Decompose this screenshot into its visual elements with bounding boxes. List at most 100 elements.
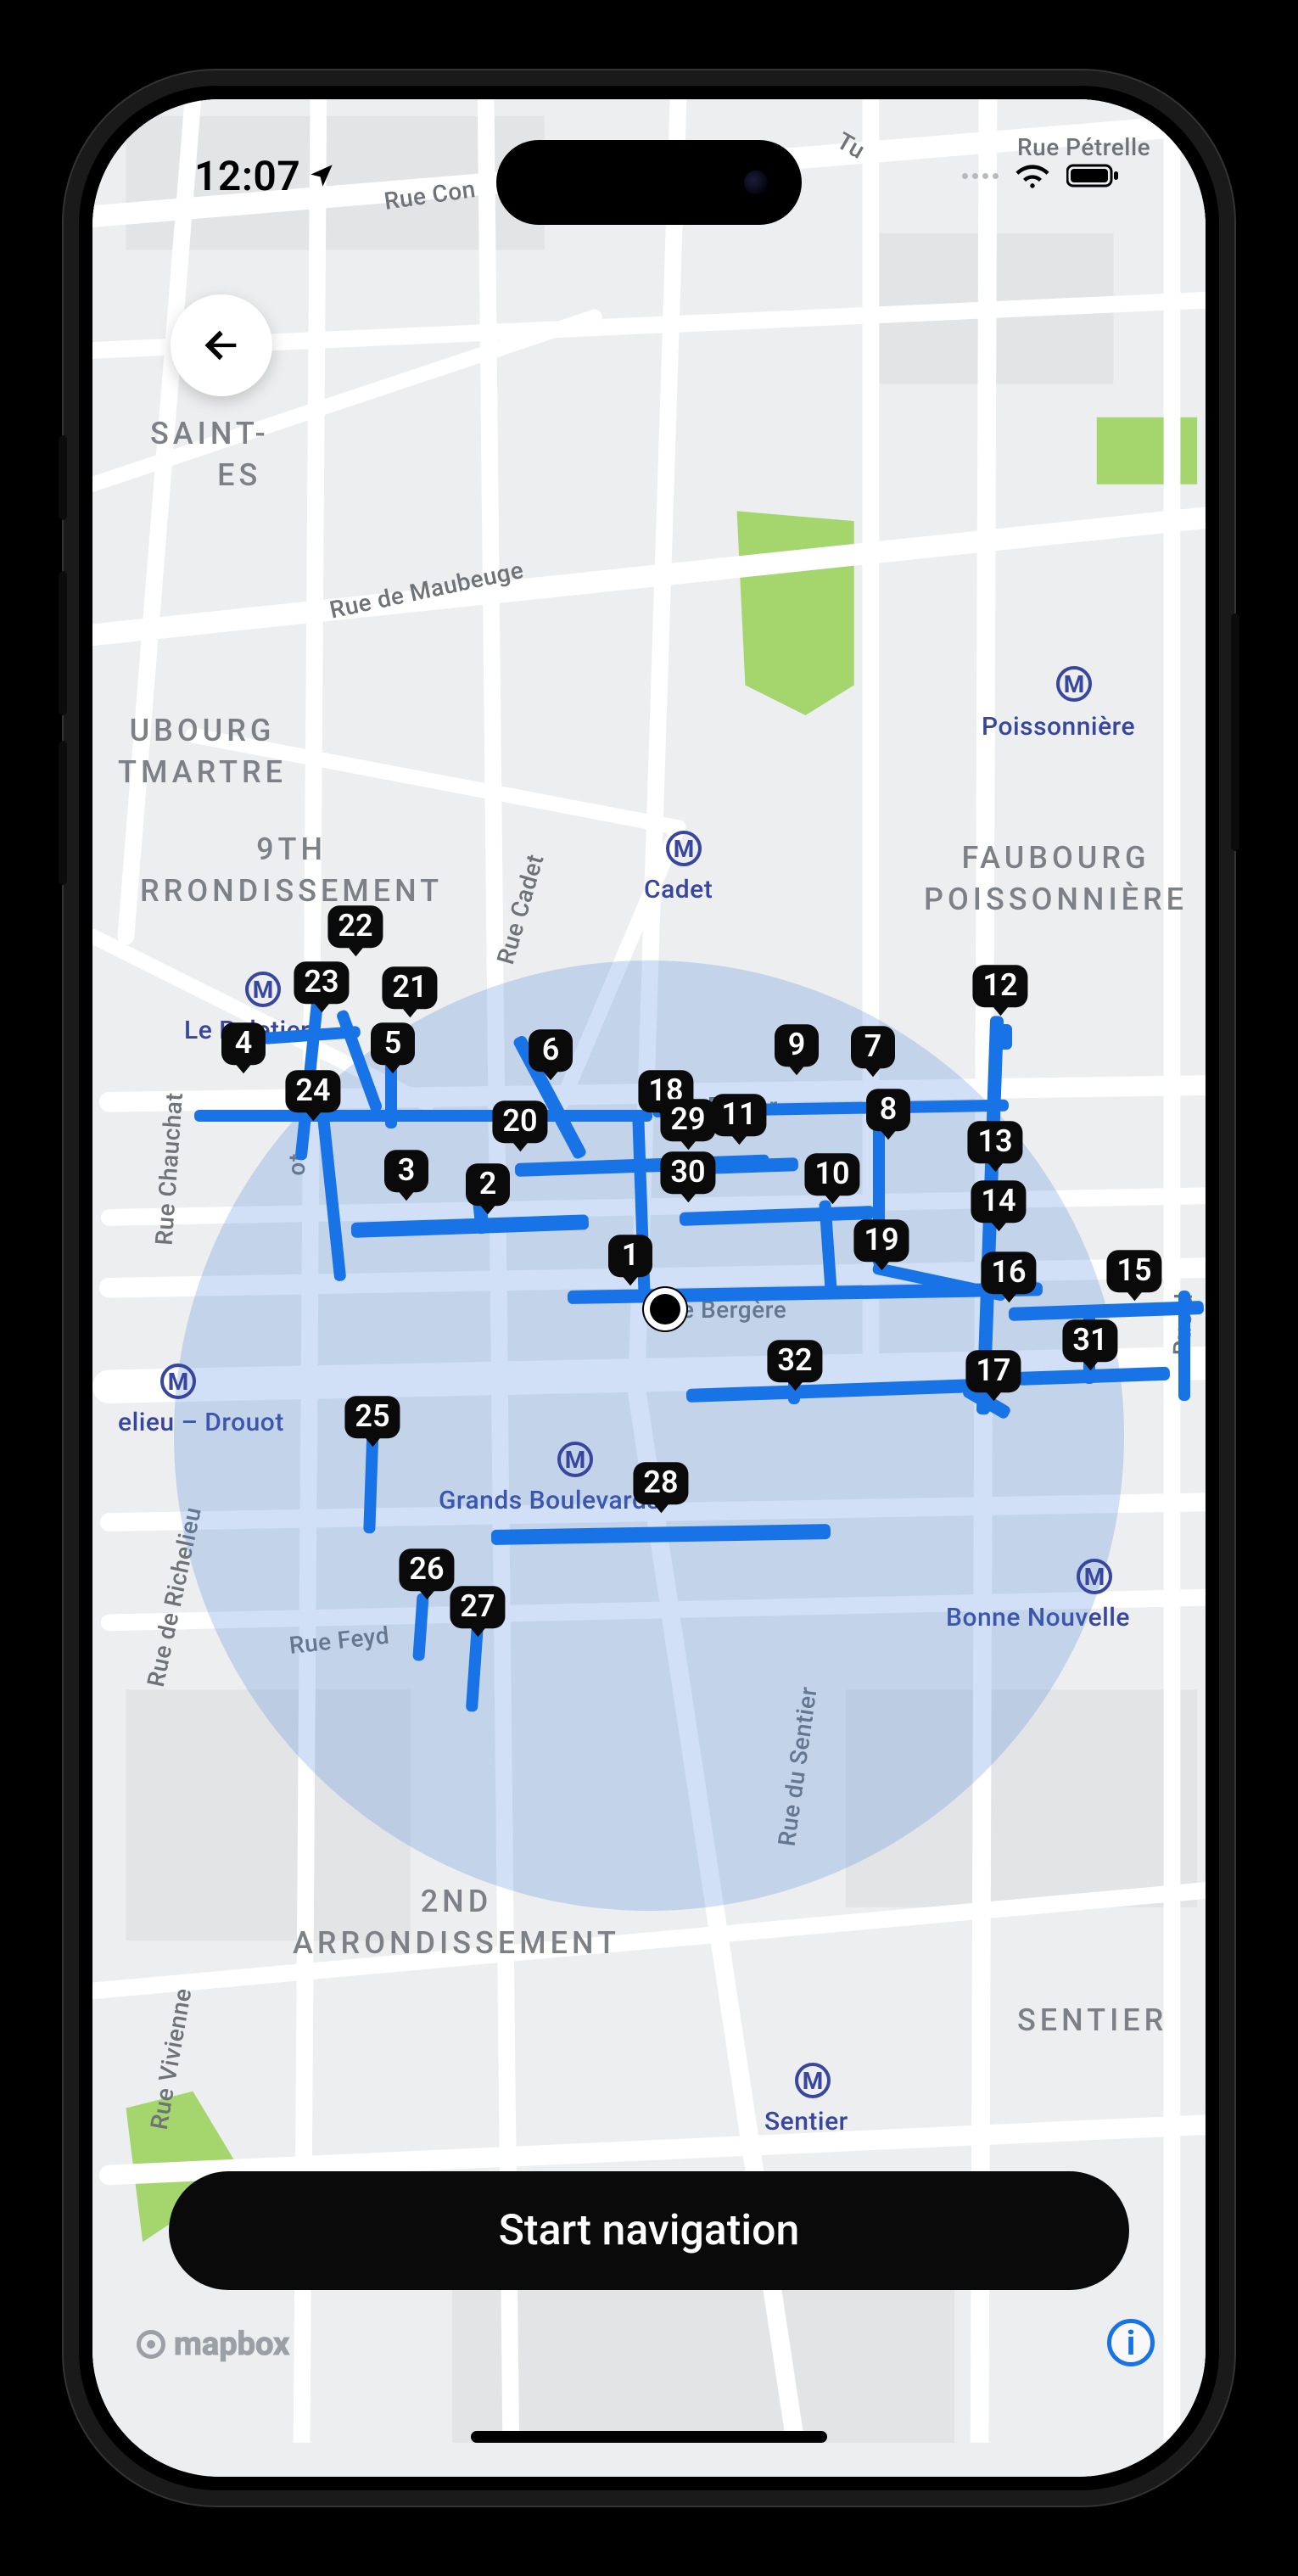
waypoint-marker-16[interactable]: 16 <box>981 1252 1036 1302</box>
waypoint-marker-19[interactable]: 19 <box>853 1219 909 1270</box>
waypoint-marker-tail <box>313 1002 330 1012</box>
waypoint-marker-label: 29 <box>660 1099 715 1141</box>
waypoint-marker-label: 9 <box>775 1024 819 1067</box>
attribution-label: mapbox <box>174 2326 289 2363</box>
screen: SAINT- ESUBOURG TMARTRE9TH RRONDISSEMENT… <box>92 99 1206 2477</box>
waypoint-marker-10[interactable]: 10 <box>804 1153 859 1204</box>
waypoint-marker-4[interactable]: 4 <box>221 1022 266 1073</box>
start-navigation-button[interactable]: Start navigation <box>169 2171 1129 2290</box>
map-attribution: mapbox <box>137 2326 289 2363</box>
waypoint-marker-tail <box>622 1275 639 1285</box>
waypoint-marker-label: 10 <box>804 1153 859 1196</box>
waypoint-marker-label: 28 <box>633 1462 688 1504</box>
waypoint-marker-tail <box>992 1005 1009 1016</box>
status-time-text: 12:07 <box>194 152 300 200</box>
metro-label-poissonniere: Poissonnière <box>982 712 1135 742</box>
waypoint-marker-3[interactable]: 3 <box>384 1150 428 1201</box>
waypoint-marker-tail <box>542 1070 559 1080</box>
waypoint-marker-7[interactable]: 7 <box>851 1026 895 1077</box>
waypoint-marker-15[interactable]: 15 <box>1106 1250 1161 1301</box>
waypoint-marker-label: 3 <box>384 1150 428 1192</box>
volume-up-button <box>59 571 67 715</box>
volume-down-button <box>59 741 67 885</box>
wifi-icon <box>1014 161 1051 190</box>
waypoint-marker-tail <box>880 1129 897 1140</box>
location-services-icon <box>307 161 336 190</box>
district-label-sentier: SENTIER <box>1017 2000 1167 2041</box>
metro-icon-sentier-m: M <box>795 2063 831 2098</box>
mapbox-logo-icon <box>137 2330 165 2359</box>
waypoint-marker-tail <box>1126 1291 1143 1301</box>
waypoint-marker-label: 5 <box>371 1022 415 1065</box>
waypoint-marker-label: 13 <box>967 1121 1022 1163</box>
waypoint-marker-24[interactable]: 24 <box>285 1070 340 1121</box>
waypoint-marker-tail <box>1000 1292 1017 1302</box>
waypoint-marker-17[interactable]: 17 <box>965 1350 1021 1401</box>
waypoint-marker-9[interactable]: 9 <box>775 1024 819 1075</box>
waypoint-marker-21[interactable]: 21 <box>382 966 437 1017</box>
waypoint-marker-26[interactable]: 26 <box>399 1548 454 1599</box>
waypoint-marker-20[interactable]: 20 <box>492 1100 547 1151</box>
waypoint-marker-31[interactable]: 31 <box>1062 1319 1117 1370</box>
waypoint-marker-11[interactable]: 11 <box>711 1094 766 1145</box>
waypoint-marker-tail <box>347 946 364 956</box>
district-label-9th-arr: 9TH RRONDISSEMENT <box>140 829 443 911</box>
district-label-faubourg-poiss: FAUBOURG POISSONNIÈRE <box>924 837 1188 920</box>
waypoint-marker-tail <box>786 1380 803 1391</box>
waypoint-marker-tail <box>987 1162 1004 1172</box>
waypoint-marker-32[interactable]: 32 <box>767 1340 822 1391</box>
cellular-signal-icon <box>962 173 999 179</box>
map-info-button[interactable]: i <box>1107 2319 1155 2366</box>
waypoint-marker-28[interactable]: 28 <box>633 1462 688 1513</box>
waypoint-marker-29[interactable]: 29 <box>660 1099 715 1150</box>
waypoint-marker-25[interactable]: 25 <box>344 1396 400 1447</box>
waypoint-marker-label: 30 <box>660 1151 715 1194</box>
waypoint-marker-2[interactable]: 2 <box>466 1163 510 1214</box>
waypoint-marker-label: 25 <box>344 1396 400 1438</box>
waypoint-marker-5[interactable]: 5 <box>371 1022 415 1073</box>
waypoint-marker-label: 7 <box>851 1026 895 1068</box>
waypoint-marker-label: 32 <box>767 1340 822 1382</box>
waypoint-marker-label: 16 <box>981 1252 1036 1294</box>
waypoint-marker-13[interactable]: 13 <box>967 1121 1022 1172</box>
waypoint-marker-12[interactable]: 12 <box>972 965 1027 1016</box>
waypoint-marker-tail <box>730 1134 747 1145</box>
waypoint-marker-23[interactable]: 23 <box>294 961 349 1012</box>
waypoint-marker-label: 8 <box>866 1089 910 1131</box>
waypoint-marker-tail <box>680 1140 697 1150</box>
waypoint-marker-tail <box>652 1503 669 1513</box>
waypoint-marker-label: 20 <box>492 1100 547 1143</box>
waypoint-marker-30[interactable]: 30 <box>660 1151 715 1202</box>
route-segment <box>194 1110 652 1122</box>
waypoint-marker-tail <box>305 1111 322 1121</box>
map-canvas[interactable]: SAINT- ESUBOURG TMARTRE9TH RRONDISSEMENT… <box>92 99 1206 2477</box>
waypoint-marker-label: 15 <box>1106 1250 1161 1292</box>
waypoint-marker-1[interactable]: 1 <box>608 1235 652 1285</box>
waypoint-marker-tail <box>235 1063 252 1073</box>
battery-icon <box>1066 163 1121 188</box>
route-segment <box>990 1024 1012 1050</box>
metro-icon-richelieu-drouot: M <box>160 1364 196 1399</box>
waypoint-marker-tail <box>824 1194 841 1204</box>
waypoint-marker-label: 31 <box>1062 1319 1117 1362</box>
waypoint-marker-label: 1 <box>608 1235 652 1277</box>
district-label-saint: SAINT- ES <box>150 413 270 496</box>
waypoint-marker-22[interactable]: 22 <box>327 905 383 956</box>
back-button[interactable] <box>171 294 272 396</box>
waypoint-marker-14[interactable]: 14 <box>971 1180 1026 1231</box>
waypoint-marker-label: 4 <box>221 1022 266 1065</box>
power-button <box>1231 613 1239 851</box>
waypoint-marker-tail <box>364 1436 381 1447</box>
waypoint-marker-label: 6 <box>529 1029 573 1072</box>
waypoint-marker-label: 21 <box>382 966 437 1009</box>
metro-label-sentier-m: Sentier <box>764 2107 848 2136</box>
waypoint-marker-tail <box>418 1589 435 1599</box>
waypoint-marker-tail <box>990 1221 1007 1231</box>
waypoint-marker-tail <box>469 1627 486 1637</box>
home-indicator[interactable] <box>471 2431 827 2443</box>
waypoint-marker-8[interactable]: 8 <box>866 1089 910 1140</box>
waypoint-marker-label: 11 <box>711 1094 766 1136</box>
status-time: 12:07 <box>194 152 336 200</box>
waypoint-marker-27[interactable]: 27 <box>450 1586 505 1637</box>
waypoint-marker-6[interactable]: 6 <box>529 1029 573 1080</box>
